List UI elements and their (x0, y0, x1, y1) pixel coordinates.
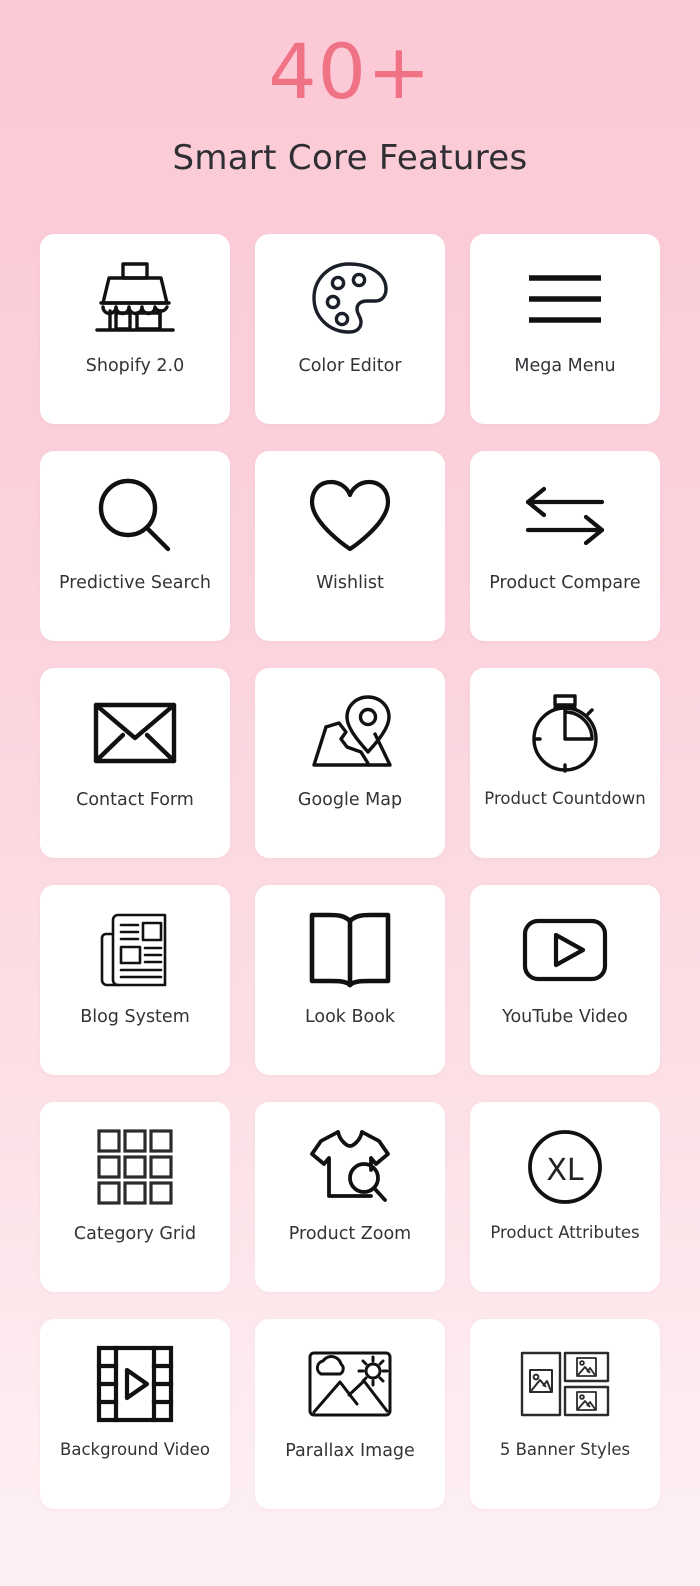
svg-text:XL: XL (546, 1153, 584, 1188)
feature-label: Background Video (60, 1440, 210, 1459)
feature-card-color-editor[interactable]: Color Editor (255, 234, 445, 424)
feature-card-blog-system[interactable]: Blog System (40, 885, 230, 1075)
feature-label: Shopify 2.0 (85, 356, 185, 376)
feature-label: Contact Form (76, 790, 194, 810)
feature-card-product-zoom[interactable]: Product Zoom (255, 1102, 445, 1292)
feature-card-product-compare[interactable]: Product Compare (470, 451, 660, 641)
tshirt-zoom-icon (255, 1102, 445, 1224)
banner-layout-icon (470, 1319, 660, 1441)
hamburger-menu-icon (470, 234, 660, 356)
magnifier-icon (40, 451, 230, 573)
feature-label: Wishlist (316, 573, 384, 593)
feature-label: 5 Banner Styles (499, 1440, 631, 1459)
size-xl-circle-icon: XL (470, 1102, 660, 1224)
landscape-photo-icon (255, 1319, 445, 1441)
feature-card-parallax-image[interactable]: Parallax Image (255, 1319, 445, 1509)
page-header: 40+ Smart Core Features (0, 0, 700, 179)
video-play-icon (470, 885, 660, 1007)
feature-card-wishlist[interactable]: Wishlist (255, 451, 445, 641)
feature-card-contact-form[interactable]: Contact Form (40, 668, 230, 858)
stopwatch-icon (470, 668, 660, 790)
compare-arrows-icon (470, 451, 660, 573)
feature-grid: Shopify 2.0 Color Editor Mega Menu Predi… (0, 178, 700, 1509)
open-book-icon (255, 885, 445, 1007)
page-title: Smart Core Features (172, 138, 528, 178)
feature-card-google-map[interactable]: Google Map (255, 668, 445, 858)
heart-icon (255, 451, 445, 573)
feature-label: Parallax Image (285, 1441, 415, 1461)
feature-label: Blog System (80, 1007, 190, 1027)
feature-label: Google Map (297, 790, 403, 810)
feature-card-product-countdown[interactable]: Product Countdown (470, 668, 660, 858)
feature-card-product-attributes[interactable]: XL Product Attributes (470, 1102, 660, 1292)
storefront-icon (40, 234, 230, 356)
feature-card-category-grid[interactable]: Category Grid (40, 1102, 230, 1292)
feature-count: 40+ (268, 27, 432, 116)
feature-label: YouTube Video (502, 1007, 628, 1027)
feature-card-youtube-video[interactable]: YouTube Video (470, 885, 660, 1075)
feature-label: Mega Menu (514, 356, 616, 376)
feature-label: Look Book (304, 1007, 396, 1027)
grid-3x3-icon (40, 1102, 230, 1224)
feature-label: Product Countdown (484, 789, 646, 808)
map-pin-icon (255, 668, 445, 790)
envelope-icon (40, 668, 230, 790)
feature-card-predictive-search[interactable]: Predictive Search (40, 451, 230, 641)
feature-card-banner-styles[interactable]: 5 Banner Styles (470, 1319, 660, 1509)
feature-label: Product Attributes (490, 1223, 640, 1242)
feature-label: Predictive Search (59, 573, 211, 593)
newspaper-icon (40, 885, 230, 1007)
film-strip-play-icon (40, 1319, 230, 1441)
feature-card-shopify-2-0[interactable]: Shopify 2.0 (40, 234, 230, 424)
feature-card-mega-menu[interactable]: Mega Menu (470, 234, 660, 424)
palette-icon (255, 234, 445, 356)
feature-label: Category Grid (73, 1224, 197, 1244)
feature-label: Product Zoom (288, 1224, 412, 1244)
feature-card-background-video[interactable]: Background Video (40, 1319, 230, 1509)
feature-label: Color Editor (298, 356, 402, 376)
feature-label: Product Compare (489, 573, 641, 593)
feature-card-look-book[interactable]: Look Book (255, 885, 445, 1075)
